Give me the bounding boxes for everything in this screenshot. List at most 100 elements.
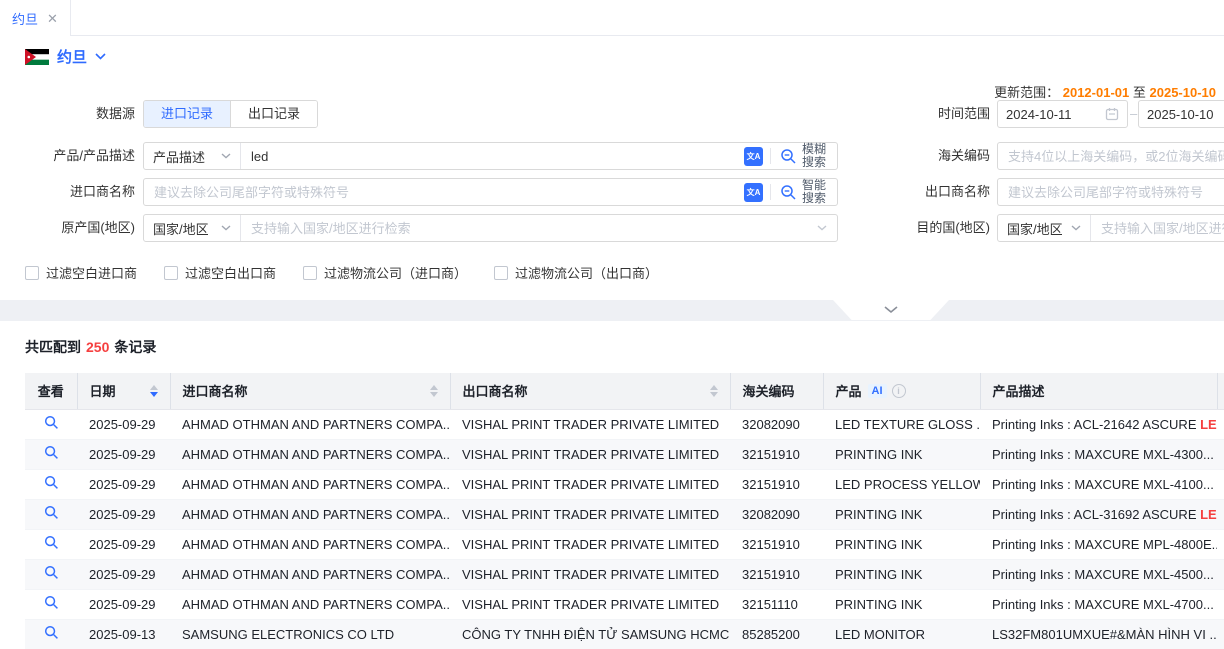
product-link[interactable]: PRINTING INK bbox=[823, 559, 980, 589]
exporter-link[interactable]: CÔNG TY TNHH ĐIỆN TỬ SAMSUNG HCMC... bbox=[450, 619, 730, 649]
exporter-search-input[interactable] bbox=[998, 179, 1224, 205]
product-field-select-value: 产品描述 bbox=[153, 147, 205, 166]
view-search-icon[interactable] bbox=[44, 415, 59, 430]
checkbox-icon[interactable] bbox=[25, 266, 39, 280]
product-link[interactable]: PRINTING INK bbox=[823, 589, 980, 619]
date-end-input[interactable] bbox=[1147, 107, 1224, 122]
datasource-import-option[interactable]: 进口记录 bbox=[144, 101, 230, 127]
product-field-select[interactable]: 产品描述 bbox=[144, 143, 241, 169]
datasource-export-option[interactable]: 出口记录 bbox=[230, 101, 317, 127]
table-row: 2025-09-29AHMAD OTHMAN AND PARTNERS COMP… bbox=[25, 559, 1224, 589]
view-search-icon[interactable] bbox=[44, 595, 59, 610]
chevron-down-icon[interactable] bbox=[817, 225, 827, 231]
view-record-button[interactable] bbox=[25, 409, 77, 439]
importer-link[interactable]: AHMAD OTHMAN AND PARTNERS COMPA... bbox=[170, 409, 450, 439]
date-cell: 2025-09-29 bbox=[77, 589, 170, 619]
view-search-icon[interactable] bbox=[44, 475, 59, 490]
date-start-box[interactable] bbox=[997, 100, 1128, 128]
origin-type-select[interactable]: 国家/地区 bbox=[144, 215, 241, 241]
jordan-flag-icon bbox=[25, 49, 49, 65]
collapse-chevron-icon bbox=[884, 306, 898, 314]
product-link[interactable]: PRINTING INK bbox=[823, 499, 980, 529]
date-cell: 2025-09-13 bbox=[77, 619, 170, 649]
importer-link[interactable]: AHMAD OTHMAN AND PARTNERS COMPA... bbox=[170, 559, 450, 589]
update-range-from: 2012-01-01 bbox=[1063, 85, 1130, 100]
checkbox-icon[interactable] bbox=[494, 266, 508, 280]
datasource-label: 数据源 bbox=[0, 100, 135, 128]
extra-cell bbox=[1217, 619, 1224, 649]
table-row: 2025-09-29AHMAD OTHMAN AND PARTNERS COMP… bbox=[25, 499, 1224, 529]
collapse-toggle[interactable] bbox=[833, 300, 949, 320]
col-importer[interactable]: 进口商名称 bbox=[170, 373, 450, 409]
update-range-label: 更新范围： bbox=[994, 85, 1059, 100]
destination-type-select[interactable]: 国家/地区 bbox=[998, 215, 1091, 241]
exporter-link[interactable]: VISHAL PRINT TRADER PRIVATE LIMITED bbox=[450, 409, 730, 439]
date-cell: 2025-09-29 bbox=[77, 439, 170, 469]
col-product: 产品 AI i bbox=[823, 373, 980, 409]
sort-importer-icon[interactable] bbox=[430, 385, 438, 397]
filter-logistics-importer[interactable]: 过滤物流公司（进口商） bbox=[303, 263, 467, 282]
importer-link[interactable]: AHMAD OTHMAN AND PARTNERS COMPA... bbox=[170, 469, 450, 499]
importer-link[interactable]: AHMAD OTHMAN AND PARTNERS COMPA... bbox=[170, 589, 450, 619]
sort-date-icon[interactable] bbox=[150, 385, 158, 397]
info-icon[interactable]: i bbox=[892, 384, 906, 398]
view-record-button[interactable] bbox=[25, 619, 77, 649]
view-record-button[interactable] bbox=[25, 589, 77, 619]
chevron-down-icon bbox=[221, 225, 231, 231]
product-link[interactable]: LED TEXTURE GLOSS ... bbox=[823, 409, 980, 439]
sort-exporter-icon[interactable] bbox=[710, 385, 718, 397]
update-range-mid: 至 bbox=[1133, 85, 1146, 100]
tab-close-icon[interactable]: ✕ bbox=[47, 12, 58, 25]
product-search-input[interactable] bbox=[241, 143, 744, 169]
importer-link[interactable]: AHMAD OTHMAN AND PARTNERS COMPA... bbox=[170, 499, 450, 529]
importer-link[interactable]: AHMAD OTHMAN AND PARTNERS COMPA... bbox=[170, 439, 450, 469]
results-panel: 共匹配到250条记录 查看 日期 进口商名称 bbox=[0, 321, 1224, 649]
view-record-button[interactable] bbox=[25, 559, 77, 589]
col-date[interactable]: 日期 bbox=[77, 373, 170, 409]
view-record-button[interactable] bbox=[25, 439, 77, 469]
country-selector[interactable]: 约旦 bbox=[25, 46, 106, 67]
translate-icon[interactable]: 文A bbox=[744, 147, 763, 166]
product-link[interactable]: PRINTING INK bbox=[823, 439, 980, 469]
destination-country-input[interactable] bbox=[1091, 215, 1224, 241]
exporter-link[interactable]: VISHAL PRINT TRADER PRIVATE LIMITED bbox=[450, 529, 730, 559]
view-record-button[interactable] bbox=[25, 499, 77, 529]
product-link[interactable]: LED PROCESS YELLOW... bbox=[823, 469, 980, 499]
filter-blank-exporter[interactable]: 过滤空白出口商 bbox=[164, 263, 276, 282]
exporter-link[interactable]: VISHAL PRINT TRADER PRIVATE LIMITED bbox=[450, 439, 730, 469]
smart-search-button[interactable]: 智能搜索 bbox=[771, 179, 837, 205]
importer-link[interactable]: AHMAD OTHMAN AND PARTNERS COMPA... bbox=[170, 529, 450, 559]
exporter-link[interactable]: VISHAL PRINT TRADER PRIVATE LIMITED bbox=[450, 589, 730, 619]
importer-link[interactable]: SAMSUNG ELECTRONICS CO LTD bbox=[170, 619, 450, 649]
col-exporter[interactable]: 出口商名称 bbox=[450, 373, 730, 409]
view-record-button[interactable] bbox=[25, 529, 77, 559]
filter-logistics-exporter[interactable]: 过滤物流公司（出口商） bbox=[494, 263, 658, 282]
date-start-input[interactable] bbox=[1006, 107, 1105, 122]
translate-icon[interactable]: 文A bbox=[744, 183, 763, 202]
view-search-icon[interactable] bbox=[44, 625, 59, 640]
tab-jordan[interactable]: 约旦 ✕ bbox=[0, 0, 71, 36]
results-count-prefix: 共匹配到 bbox=[25, 339, 81, 355]
view-search-icon[interactable] bbox=[44, 445, 59, 460]
results-table: 查看 日期 进口商名称 出口商名称 bbox=[25, 373, 1224, 649]
table-header-row: 查看 日期 进口商名称 出口商名称 bbox=[25, 373, 1224, 409]
date-cell: 2025-09-29 bbox=[77, 499, 170, 529]
exporter-link[interactable]: VISHAL PRINT TRADER PRIVATE LIMITED bbox=[450, 559, 730, 589]
fuzzy-search-button[interactable]: 模糊搜索 bbox=[771, 143, 837, 169]
filter-blank-importer[interactable]: 过滤空白进口商 bbox=[25, 263, 137, 282]
view-search-icon[interactable] bbox=[44, 535, 59, 550]
hs-code-input[interactable] bbox=[998, 143, 1224, 169]
checkbox-icon[interactable] bbox=[164, 266, 178, 280]
tab-bar: 约旦 ✕ bbox=[0, 0, 1224, 36]
origin-country-input[interactable] bbox=[241, 215, 817, 241]
view-search-icon[interactable] bbox=[44, 565, 59, 580]
date-end-box[interactable] bbox=[1138, 100, 1224, 128]
importer-search-input[interactable] bbox=[144, 179, 744, 205]
product-link[interactable]: LED MONITOR bbox=[823, 619, 980, 649]
exporter-link[interactable]: VISHAL PRINT TRADER PRIVATE LIMITED bbox=[450, 469, 730, 499]
view-record-button[interactable] bbox=[25, 469, 77, 499]
product-link[interactable]: PRINTING INK bbox=[823, 529, 980, 559]
exporter-link[interactable]: VISHAL PRINT TRADER PRIVATE LIMITED bbox=[450, 499, 730, 529]
checkbox-icon[interactable] bbox=[303, 266, 317, 280]
view-search-icon[interactable] bbox=[44, 505, 59, 520]
